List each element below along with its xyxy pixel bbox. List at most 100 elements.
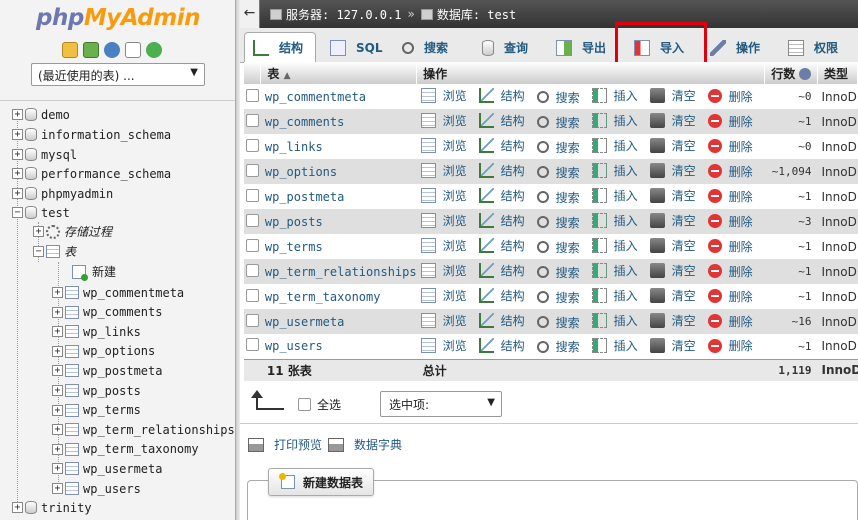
search-action[interactable]: 搜索 bbox=[536, 164, 580, 181]
home-icon[interactable] bbox=[62, 42, 78, 58]
expand-icon[interactable]: + bbox=[52, 424, 63, 436]
drop-action[interactable]: 删除 bbox=[707, 288, 753, 305]
drop-action[interactable]: 删除 bbox=[707, 88, 753, 105]
empty-action[interactable]: 清空 bbox=[649, 162, 696, 179]
nav-table-item[interactable]: + wp_terms bbox=[52, 401, 141, 420]
structure-action[interactable]: 结构 bbox=[478, 162, 525, 179]
structure-action[interactable]: 结构 bbox=[478, 87, 525, 104]
nav-table-item[interactable]: + wp_comments bbox=[52, 303, 162, 322]
row-checkbox[interactable] bbox=[245, 213, 259, 227]
drop-action[interactable]: 删除 bbox=[707, 113, 753, 130]
empty-action[interactable]: 清空 bbox=[649, 112, 696, 129]
expand-icon[interactable]: + bbox=[52, 326, 63, 338]
nav-table-item[interactable]: + wp_options bbox=[52, 342, 155, 361]
row-checkbox[interactable] bbox=[245, 288, 259, 302]
row-checkbox[interactable] bbox=[245, 88, 259, 102]
expand-icon[interactable]: + bbox=[52, 443, 63, 455]
structure-action[interactable]: 结构 bbox=[478, 262, 525, 279]
browse-action[interactable]: 浏览 bbox=[420, 187, 467, 204]
browse-action[interactable]: 浏览 bbox=[420, 137, 467, 154]
expand-icon[interactable]: + bbox=[33, 226, 44, 237]
header-table[interactable]: 表 ▲ bbox=[260, 62, 418, 84]
search-action[interactable]: 搜索 bbox=[536, 139, 580, 156]
print-preview-link[interactable]: 打印预览 bbox=[274, 436, 322, 453]
phpmyadmin-logo[interactable]: phpMyAdmin bbox=[36, 5, 200, 31]
browse-action[interactable]: 浏览 bbox=[420, 287, 467, 304]
insert-action[interactable]: 插入 bbox=[591, 237, 638, 254]
db-item-mysql[interactable]: + mysql bbox=[12, 145, 77, 164]
row-checkbox[interactable] bbox=[245, 138, 259, 152]
search-action[interactable]: 搜索 bbox=[536, 114, 580, 131]
select-all-label[interactable]: 全选 bbox=[317, 396, 341, 413]
tree-item-procedures[interactable]: + 存储过程 bbox=[33, 222, 112, 241]
insert-action[interactable]: 插入 bbox=[591, 337, 638, 354]
db-item-information-schema[interactable]: + information_schema bbox=[12, 125, 171, 144]
nav-table-item[interactable]: + wp_commentmeta bbox=[52, 283, 184, 302]
browse-action[interactable]: 浏览 bbox=[420, 337, 467, 354]
insert-action[interactable]: 插入 bbox=[591, 212, 638, 229]
nav-table-item[interactable]: + wp_usermeta bbox=[52, 459, 162, 478]
empty-action[interactable]: 清空 bbox=[649, 337, 696, 354]
db-item-phpmyadmin[interactable]: + phpmyadmin bbox=[12, 184, 113, 203]
browse-action[interactable]: 浏览 bbox=[420, 87, 467, 104]
tab-query[interactable]: 查询 bbox=[474, 32, 548, 63]
browse-action[interactable]: 浏览 bbox=[420, 262, 467, 279]
table-name-link[interactable]: wp_usermeta bbox=[260, 309, 417, 334]
expand-icon[interactable]: + bbox=[52, 404, 63, 416]
expand-icon[interactable]: + bbox=[12, 502, 23, 513]
insert-action[interactable]: 插入 bbox=[591, 287, 638, 304]
insert-action[interactable]: 插入 bbox=[591, 262, 638, 279]
recent-tables-select[interactable]: (最近使用的表) ... ▼ bbox=[31, 63, 205, 86]
db-item-trinity[interactable]: + trinity bbox=[12, 498, 92, 517]
breadcrumb-server[interactable]: 服务器: 127.0.0.1 bbox=[286, 6, 401, 23]
drop-action[interactable]: 删除 bbox=[707, 138, 753, 155]
expand-icon[interactable]: + bbox=[52, 385, 63, 396]
search-action[interactable]: 搜索 bbox=[536, 214, 580, 231]
expand-icon[interactable]: + bbox=[12, 168, 23, 179]
db-item-performance-schema[interactable]: + performance_schema bbox=[12, 164, 171, 183]
structure-action[interactable]: 结构 bbox=[478, 337, 525, 354]
expand-icon[interactable]: + bbox=[12, 109, 23, 120]
empty-action[interactable]: 清空 bbox=[649, 262, 696, 279]
insert-action[interactable]: 插入 bbox=[591, 162, 638, 179]
search-action[interactable]: 搜索 bbox=[536, 89, 580, 106]
tree-item-tables[interactable]: − 表 bbox=[33, 242, 76, 261]
help-icon[interactable] bbox=[104, 42, 120, 58]
tab-privileges[interactable]: 权限 bbox=[780, 32, 858, 63]
breadcrumb-database[interactable]: 数据库: test bbox=[437, 6, 516, 23]
expand-icon[interactable]: + bbox=[52, 287, 63, 298]
db-item-test[interactable]: − test bbox=[12, 203, 70, 222]
empty-action[interactable]: 清空 bbox=[649, 187, 696, 204]
expand-icon[interactable]: + bbox=[12, 129, 23, 140]
search-action[interactable]: 搜索 bbox=[536, 289, 580, 306]
row-checkbox[interactable] bbox=[245, 163, 259, 177]
table-name-link[interactable]: wp_term_relationships bbox=[260, 259, 417, 284]
structure-action[interactable]: 结构 bbox=[478, 237, 525, 254]
collapse-icon[interactable]: − bbox=[33, 246, 44, 257]
logout-icon[interactable] bbox=[83, 42, 99, 58]
expand-icon[interactable]: + bbox=[52, 463, 63, 475]
table-name-link[interactable]: wp_users bbox=[260, 334, 417, 359]
drop-action[interactable]: 删除 bbox=[707, 163, 753, 180]
drop-action[interactable]: 删除 bbox=[707, 188, 753, 205]
search-action[interactable]: 搜索 bbox=[536, 314, 580, 331]
nav-table-item[interactable]: + wp_term_taxonomy bbox=[52, 440, 199, 459]
insert-action[interactable]: 插入 bbox=[591, 87, 638, 104]
tab-operations[interactable]: 操作 bbox=[702, 32, 774, 63]
browse-action[interactable]: 浏览 bbox=[420, 237, 467, 254]
expand-icon[interactable]: + bbox=[12, 188, 23, 199]
expand-icon[interactable]: + bbox=[52, 483, 63, 494]
tab-sql[interactable]: SQL bbox=[322, 32, 388, 63]
tab-search[interactable]: 搜索 bbox=[394, 32, 468, 63]
expand-icon[interactable]: + bbox=[52, 345, 63, 357]
empty-action[interactable]: 清空 bbox=[649, 287, 696, 304]
row-checkbox[interactable] bbox=[245, 338, 259, 352]
insert-action[interactable]: 插入 bbox=[591, 312, 638, 329]
structure-action[interactable]: 结构 bbox=[478, 287, 525, 304]
collapse-icon[interactable]: − bbox=[12, 207, 23, 218]
drop-action[interactable]: 删除 bbox=[707, 213, 753, 230]
table-name-link[interactable]: wp_terms bbox=[260, 234, 417, 259]
nav-table-item[interactable]: + wp_links bbox=[52, 322, 141, 341]
table-name-link[interactable]: wp_comments bbox=[260, 109, 417, 134]
browse-action[interactable]: 浏览 bbox=[420, 162, 467, 179]
